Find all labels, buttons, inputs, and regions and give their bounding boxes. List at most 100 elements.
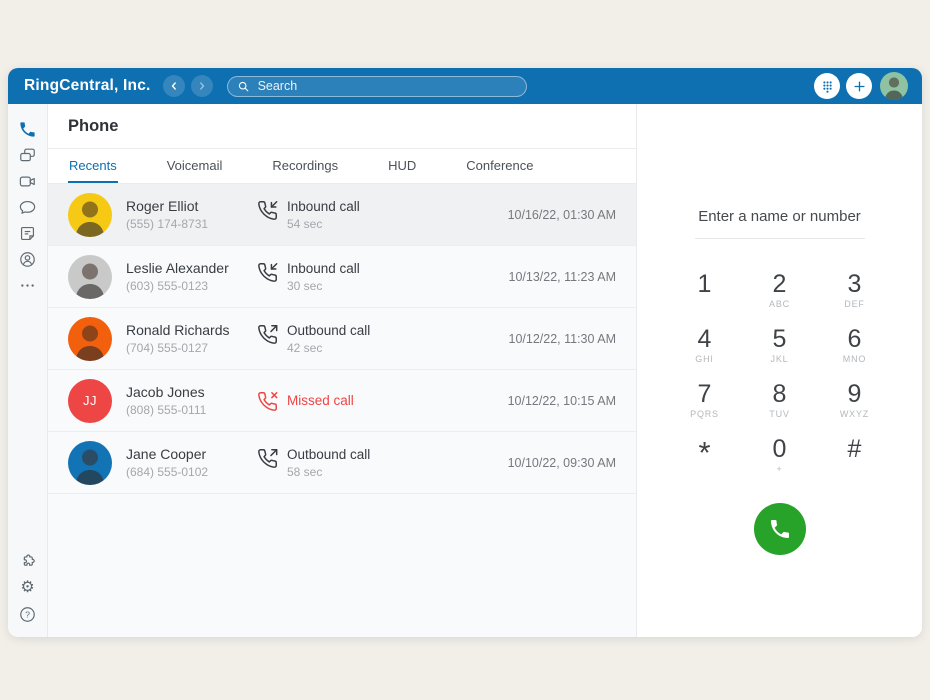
nav-forward-button[interactable]: [191, 75, 213, 97]
sidebar-item-settings[interactable]: ⚙: [15, 575, 41, 601]
avatar: [68, 193, 112, 237]
dialpad-key-pound[interactable]: #: [817, 434, 892, 489]
gear-icon: ⚙: [20, 580, 34, 596]
call-timestamp: 10/12/22, 11:30 AM: [509, 332, 617, 346]
key-digit: 1: [698, 269, 712, 299]
call-row[interactable]: Ronald Richards (704) 555-0127 Outbound …: [48, 308, 636, 370]
dial-number-input[interactable]: [695, 208, 865, 239]
dialpad-key-8[interactable]: 8TUV: [742, 379, 817, 434]
chevron-right-icon: [196, 80, 208, 92]
dialpad-key-7[interactable]: 7PQRS: [667, 379, 742, 434]
call-phone-icon: [768, 517, 792, 541]
avatar: [68, 255, 112, 299]
key-digit: #: [848, 434, 862, 464]
call-row[interactable]: Roger Elliot (555) 174-8731 Inbound call…: [48, 184, 636, 246]
call-timestamp: 10/13/22, 11:23 AM: [509, 270, 617, 284]
help-icon: ?: [18, 605, 37, 624]
contact-photo: [68, 317, 112, 361]
dialpad-key-star[interactable]: *: [667, 434, 742, 489]
key-letters: ABC: [769, 299, 790, 310]
call-type-label: Inbound call: [287, 261, 360, 276]
caller-name: Roger Elliot: [126, 198, 256, 214]
avatar: [68, 441, 112, 485]
call-row[interactable]: Jane Cooper (684) 555-0102 Outbound call…: [48, 432, 636, 494]
call-type: Outbound call 58 sec: [257, 447, 370, 479]
dialpad-key-2[interactable]: 2ABC: [742, 269, 817, 324]
caller-info: Jane Cooper (684) 555-0102: [126, 446, 256, 479]
dialpad-key-1[interactable]: 1: [667, 269, 742, 324]
call-row[interactable]: JJ Jacob Jones (808) 555-0111 Missed cal…: [48, 370, 636, 432]
app-body: ⚙ ? Phone Recents Voicemail Recordings H…: [8, 104, 922, 637]
open-dialpad-button[interactable]: [814, 73, 840, 99]
tab-voicemail[interactable]: Voicemail: [166, 149, 224, 183]
call-type: Inbound call 30 sec: [257, 261, 360, 293]
svg-text:?: ?: [25, 609, 30, 619]
phone-panel: Phone Recents Voicemail Recordings HUD C…: [48, 104, 637, 637]
key-digit: 0: [773, 434, 787, 464]
key-letters: MNO: [843, 354, 866, 365]
sidebar-item-notes[interactable]: [15, 220, 41, 246]
key-digit: 5: [773, 324, 787, 354]
key-digit: 3: [848, 269, 862, 299]
sidebar-item-video[interactable]: [15, 168, 41, 194]
dialpad-key-9[interactable]: 9WXYZ: [817, 379, 892, 434]
avatar: JJ: [68, 379, 112, 423]
key-digit: 4: [698, 324, 712, 354]
sidebar-item-phone[interactable]: [15, 116, 41, 142]
tab-conference[interactable]: Conference: [465, 149, 534, 183]
sidebar-item-text[interactable]: [15, 142, 41, 168]
caller-info: Ronald Richards (704) 555-0127: [126, 322, 256, 355]
sidebar-item-chat[interactable]: [15, 194, 41, 220]
tab-recordings[interactable]: Recordings: [271, 149, 339, 183]
global-search[interactable]: [227, 76, 527, 97]
sidebar-item-more[interactable]: [15, 272, 41, 298]
contact-photo: [68, 441, 112, 485]
app-title: RingCentral, Inc.: [24, 77, 151, 95]
user-avatar[interactable]: [880, 72, 908, 100]
chat-bubble-icon: [18, 198, 37, 217]
search-icon: [237, 80, 250, 93]
dialpad-key-5[interactable]: 5JKL: [742, 324, 817, 379]
caller-info: Leslie Alexander (603) 555-0123: [126, 260, 256, 293]
outbound-call-icon: [257, 448, 278, 469]
sidebar-item-help[interactable]: ?: [15, 601, 41, 627]
call-duration: 42 sec: [287, 341, 370, 355]
dialpad-key-6[interactable]: 6MNO: [817, 324, 892, 379]
dialer-panel: 1 2ABC 3DEF 4GHI 5JKL 6MNO 7PQRS 8TUV 9W…: [637, 104, 922, 637]
missed-call-icon: [257, 391, 278, 412]
dialpad-key-4[interactable]: 4GHI: [667, 324, 742, 379]
inbound-call-icon: [257, 262, 278, 283]
caller-name: Jane Cooper: [126, 446, 256, 462]
sidebar-item-apps[interactable]: [15, 549, 41, 575]
caller-number: (555) 174-8731: [126, 217, 256, 231]
tab-hud[interactable]: HUD: [387, 149, 417, 183]
key-digit: 9: [848, 379, 862, 409]
tab-recents[interactable]: Recents: [68, 149, 118, 183]
caller-number: (704) 555-0127: [126, 341, 256, 355]
key-letters: PQRS: [690, 409, 719, 420]
call-row[interactable]: Leslie Alexander (603) 555-0123 Inbound …: [48, 246, 636, 308]
call-timestamp: 10/16/22, 01:30 AM: [508, 208, 616, 222]
call-type: Inbound call 54 sec: [257, 199, 360, 231]
dialpad-key-0[interactable]: 0+: [742, 434, 817, 489]
dial-input-wrap: [695, 208, 865, 239]
dialpad-icon: [820, 79, 835, 94]
phone-icon: [18, 120, 37, 139]
sidebar-item-contacts[interactable]: [15, 246, 41, 272]
chevron-left-icon: [168, 80, 180, 92]
dialpad-key-3[interactable]: 3DEF: [817, 269, 892, 324]
dialpad-keys: 1 2ABC 3DEF 4GHI 5JKL 6MNO 7PQRS 8TUV 9W…: [667, 269, 892, 489]
panel-header: Phone: [48, 104, 636, 149]
call-duration: 54 sec: [287, 217, 360, 231]
caller-name: Jacob Jones: [126, 384, 256, 400]
contact-photo: [68, 193, 112, 237]
key-letters: DEF: [844, 299, 864, 310]
inbound-call-icon: [257, 200, 278, 221]
new-action-button[interactable]: [846, 73, 872, 99]
call-type-label: Inbound call: [287, 199, 360, 214]
start-call-button[interactable]: [754, 503, 806, 555]
avatar: [68, 317, 112, 361]
search-input[interactable]: [256, 78, 517, 94]
caller-number: (603) 555-0123: [126, 279, 256, 293]
nav-back-button[interactable]: [163, 75, 185, 97]
